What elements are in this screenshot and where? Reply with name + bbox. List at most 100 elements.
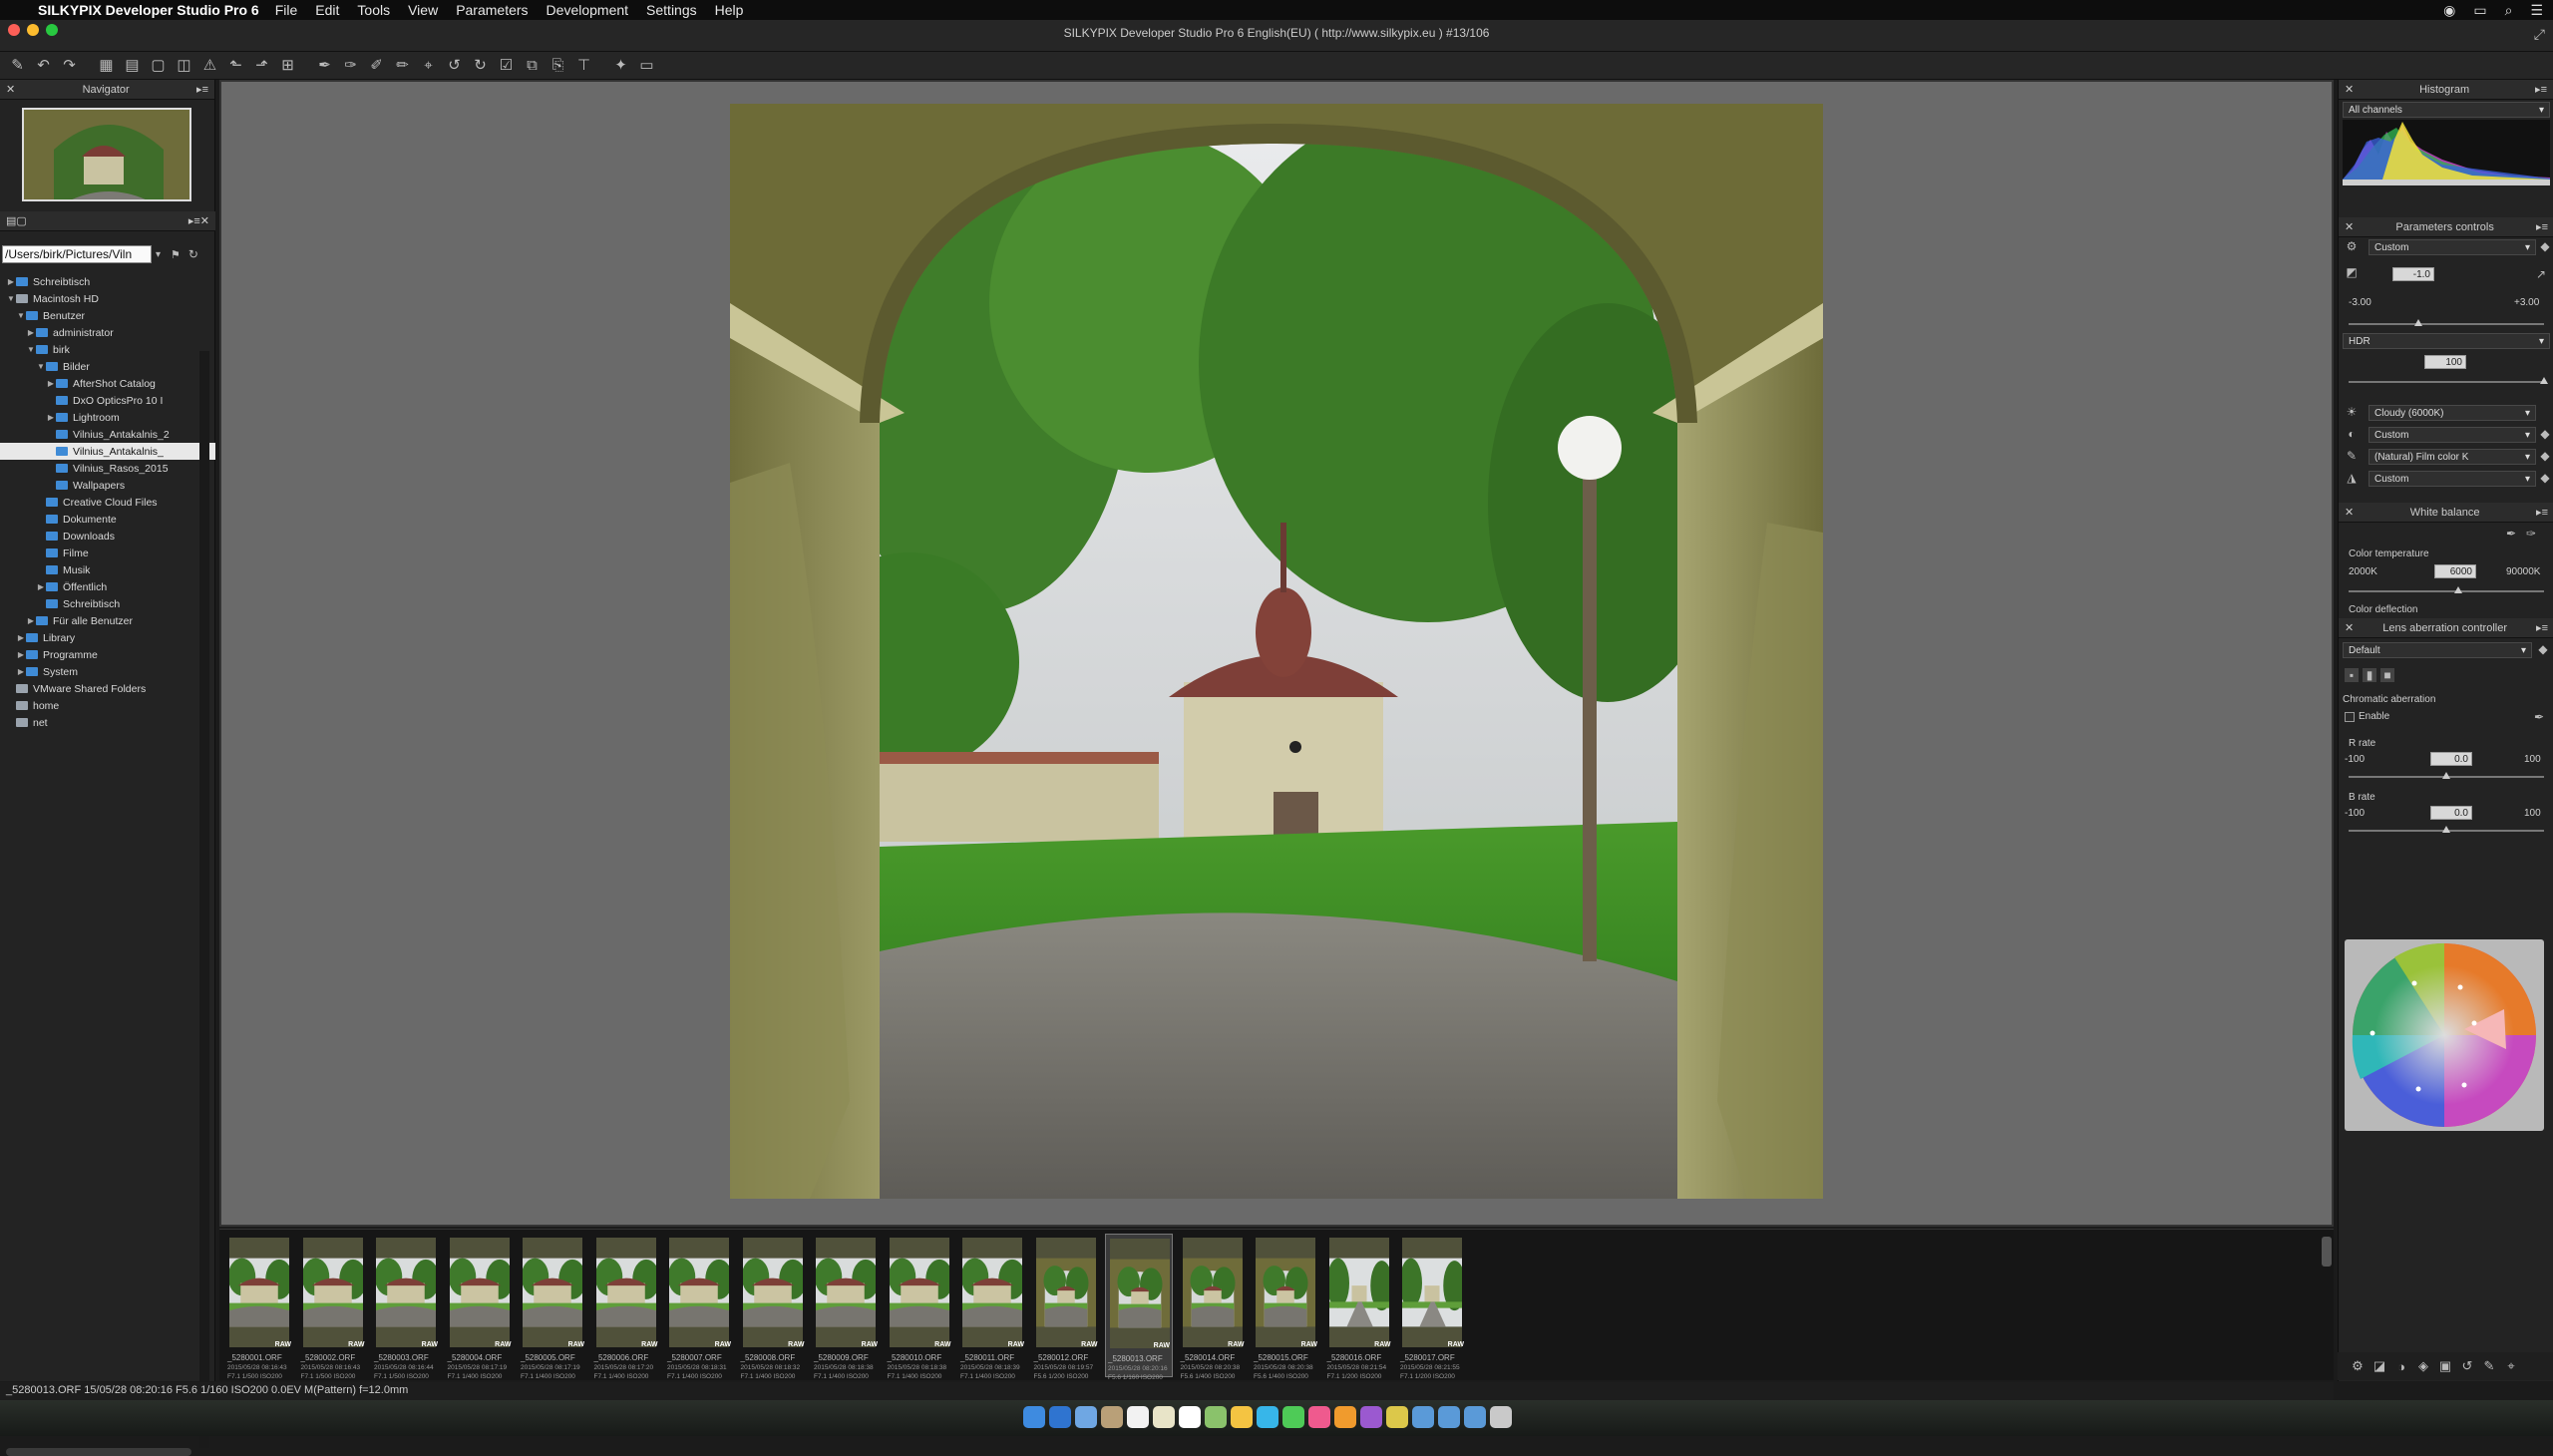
folder-tree-item[interactable]: ▶ Programme	[0, 646, 215, 663]
filmstrip-thumbnail[interactable]	[1402, 1238, 1462, 1347]
folder-tree-item[interactable]: Creative Cloud Files	[0, 494, 215, 511]
grid-view-icon[interactable]: ▦	[95, 54, 118, 77]
menu-parameters[interactable]: Parameters	[456, 2, 528, 18]
safari-icon[interactable]	[1049, 1406, 1071, 1428]
preview-icon[interactable]: ▢	[147, 54, 170, 77]
finder-icon[interactable]	[1023, 1406, 1045, 1428]
hdr-slider[interactable]	[2349, 377, 2548, 384]
reminders-icon[interactable]	[1179, 1406, 1201, 1428]
downloads-folder-icon[interactable]	[1412, 1406, 1434, 1428]
curve-tool-icon[interactable]: ◪	[2371, 1358, 2387, 1374]
develop-output-icon[interactable]: ▭	[635, 54, 658, 77]
folder-tree-item[interactable]: ▶ System	[0, 663, 215, 680]
rotate-cw-icon[interactable]: ↻	[469, 54, 492, 77]
disclosure-triangle-icon[interactable]: ▶	[6, 277, 16, 286]
folder-tree-item[interactable]: VMware Shared Folders	[0, 680, 215, 697]
pen-icon[interactable]: ✏	[391, 54, 414, 77]
folder-tree-item[interactable]: ▶ AfterShot Catalog	[0, 375, 215, 392]
close-icon[interactable]: ✕	[200, 214, 209, 227]
temperature-slider-knob[interactable]	[2454, 586, 2462, 593]
disclosure-triangle-icon[interactable]: ▶	[26, 616, 36, 625]
pin-icon[interactable]: ◆	[2538, 449, 2552, 463]
filmstrip-item[interactable]: RAW _5280015.ORF 2015/05/28 08:20:38 F5.6 1…	[1252, 1234, 1319, 1380]
filmstrip-item[interactable]: RAW _5280007.ORF 2015/05/28 08:18:31 F7.1 1…	[665, 1234, 733, 1380]
filmstrip-item[interactable]: RAW _5280016.ORF 2015/05/28 08:21:54 F7.1 1…	[1325, 1234, 1393, 1380]
pin-icon[interactable]: ◆	[2536, 642, 2550, 656]
taste-dropdown[interactable]: Custom ▾	[2369, 239, 2536, 255]
disclosure-triangle-icon[interactable]: ▶	[26, 328, 36, 337]
redo-icon[interactable]: ↷	[58, 54, 81, 77]
menu-development[interactable]: Development	[547, 2, 629, 18]
disclosure-triangle-icon[interactable]: ▶	[36, 582, 46, 591]
color-wheel[interactable]	[2345, 939, 2544, 1131]
disclosure-triangle-icon[interactable]: ▼	[36, 362, 46, 371]
menu-help[interactable]: Help	[715, 2, 744, 18]
close-icon[interactable]: ✕	[2345, 220, 2354, 233]
folder-tree-item[interactable]: ▼ birk	[0, 341, 215, 358]
filmstrip-item[interactable]: RAW _5280013.ORF 2015/05/28 08:20:16 F5.6 1…	[1105, 1234, 1173, 1381]
notification-center-icon[interactable]: ☰	[2530, 2, 2543, 19]
dropper-icon[interactable]: ✒	[2532, 710, 2546, 724]
flag-icon[interactable]: ⚑	[171, 248, 181, 261]
spot-icon[interactable]: ⌖	[417, 54, 440, 77]
maps-icon[interactable]	[1205, 1406, 1227, 1428]
filmstrip-item[interactable]: RAW _5280001.ORF 2015/05/28 08:16:43 F7.1 1…	[225, 1234, 293, 1380]
menu-tools[interactable]: Tools	[357, 2, 390, 18]
dropper-icon[interactable]: ✒	[313, 54, 336, 77]
exposure-slider-knob[interactable]	[2414, 319, 2422, 326]
disclosure-triangle-icon[interactable]: ▶	[16, 667, 26, 676]
folder-tree-item[interactable]: ▶ Öffentlich	[0, 578, 215, 595]
folder-tree-item[interactable]: ▶ Library	[0, 629, 215, 646]
distortion-tab-icon[interactable]: ▮	[2363, 668, 2376, 682]
folder-tree-item[interactable]: Downloads	[0, 528, 215, 545]
folder-tree-item[interactable]: DxO OpticsPro 10 I	[0, 392, 215, 409]
tone-dropdown[interactable]: Custom ▾	[2369, 427, 2536, 443]
histogram-channel-dropdown[interactable]: All channels ▾	[2343, 102, 2550, 118]
menu-edit[interactable]: Edit	[315, 2, 339, 18]
filmstrip-thumbnail[interactable]	[1035, 1238, 1096, 1347]
panel-menu-icon[interactable]: ▸≡	[196, 83, 208, 96]
pen-develop-icon[interactable]: ✎	[6, 54, 29, 77]
hdr-value[interactable]: 100	[2424, 355, 2466, 369]
panel-menu-icon[interactable]: ▸≡	[2536, 220, 2548, 233]
pin-icon[interactable]: ◆	[2538, 471, 2552, 485]
disclosure-triangle-icon[interactable]: ▼	[26, 345, 36, 354]
path-dropdown-icon[interactable]: ▾	[156, 249, 161, 260]
ibooks-icon[interactable]	[1334, 1406, 1356, 1428]
folder-tab-icon[interactable]: ▤	[6, 214, 16, 227]
folder-tree-item[interactable]: Vilnius_Antakalnis_2	[0, 426, 215, 443]
display-icon[interactable]: ▭	[2473, 2, 2486, 19]
filmstrip-thumbnail[interactable]	[1110, 1239, 1170, 1348]
paste-params-icon[interactable]: ⎘	[547, 54, 569, 77]
folder-tree-item[interactable]: Filme	[0, 545, 215, 561]
folder-tree-item[interactable]: ▼ Bilder	[0, 358, 215, 375]
pin-icon[interactable]: ◆	[2538, 239, 2552, 253]
comment-tab-icon[interactable]: ▢	[16, 214, 26, 227]
filmstrip-thumbnail[interactable]	[523, 1238, 582, 1347]
b-rate-value[interactable]: 0.0	[2430, 806, 2472, 820]
close-icon[interactable]: ✕	[2345, 506, 2354, 519]
copy-params-icon[interactable]: ⧉	[521, 54, 544, 77]
sharpness-dropdown[interactable]: Custom ▾	[2369, 471, 2536, 487]
folder-tree-item[interactable]: Dokumente	[0, 511, 215, 528]
compare-icon[interactable]: ◫	[173, 54, 195, 77]
crop-grid-icon[interactable]: ⊞	[276, 54, 299, 77]
b-rate-slider[interactable]	[2349, 826, 2544, 833]
check-mark-icon[interactable]: ☑	[495, 54, 518, 77]
folder-tree-item[interactable]: ▼ Macintosh HD	[0, 290, 215, 307]
rotate-tool-icon[interactable]: ↺	[2459, 1358, 2475, 1374]
disclosure-triangle-icon[interactable]: ▼	[16, 311, 26, 320]
settings-tool-icon[interactable]: ⚙	[2350, 1358, 2366, 1374]
disclosure-triangle-icon[interactable]: ▶	[16, 633, 26, 642]
chromatic-tab-icon[interactable]: ▪	[2345, 668, 2359, 682]
histogram-range-bar[interactable]	[2343, 180, 2550, 185]
panel-menu-icon[interactable]: ▸≡	[2536, 621, 2548, 634]
dropper-icon[interactable]: ✒	[2504, 527, 2518, 541]
exposure-slider[interactable]	[2349, 319, 2544, 326]
filmstrip-item[interactable]: RAW _5280005.ORF 2015/05/28 08:17:19 F7.1 1…	[519, 1234, 586, 1380]
disclosure-triangle-icon[interactable]: ▶	[46, 379, 56, 388]
pin-icon[interactable]: ◆	[2538, 427, 2552, 441]
folder-tree-item[interactable]: Vilnius_Rasos_2015	[0, 460, 215, 477]
folder-tree-item[interactable]: ▶ Schreibtisch	[0, 273, 215, 290]
lens-preset-dropdown[interactable]: Default ▾	[2343, 642, 2532, 658]
